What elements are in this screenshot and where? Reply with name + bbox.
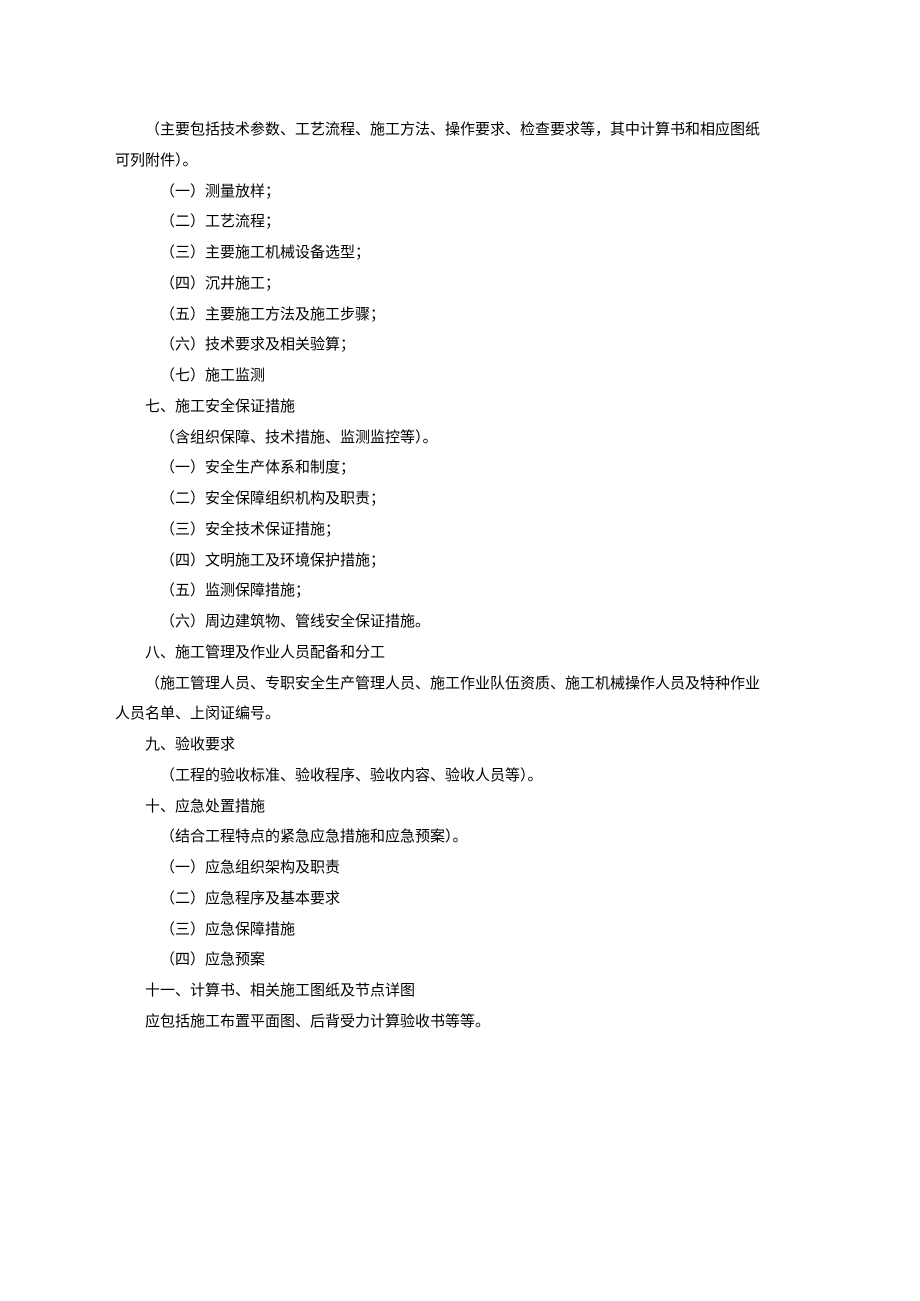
item-4: （四）沉井施工；: [115, 269, 805, 300]
document-page: （主要包括技术参数、工艺流程、施工方法、操作要求、检查要求等，其中计算书和相应图…: [115, 115, 805, 1038]
section-10-item-3: （三）应急保障措施: [115, 915, 805, 946]
section-7-item-3: （三）安全技术保证措施；: [115, 515, 805, 546]
section-7-heading: 七、施工安全保证措施: [115, 392, 805, 423]
section-11-heading: 十一、计算书、相关施工图纸及节点详图: [115, 976, 805, 1007]
section-10-item-2: （二）应急程序及基本要求: [115, 884, 805, 915]
section-7-item-5: （五）监测保障措施；: [115, 576, 805, 607]
section-7-item-1: （一）安全生产体系和制度；: [115, 453, 805, 484]
item-5: （五）主要施工方法及施工步骤；: [115, 300, 805, 331]
section-9-desc: （工程的验收标准、验收程序、验收内容、验收人员等）。: [115, 761, 805, 792]
paragraph-intro-1: （主要包括技术参数、工艺流程、施工方法、操作要求、检查要求等，其中计算书和相应图…: [115, 115, 805, 146]
paragraph-intro-2: 可列附件）。: [115, 146, 805, 177]
item-7: （七）施工监测: [115, 361, 805, 392]
section-8-desc-1: （施工管理人员、专职安全生产管理人员、施工作业队伍资质、施工机械操作人员及特种作…: [115, 669, 805, 700]
section-7-item-6: （六）周边建筑物、管线安全保证措施。: [115, 607, 805, 638]
section-10-heading: 十、应急处置措施: [115, 792, 805, 823]
item-1: （一）测量放样；: [115, 177, 805, 208]
section-10-item-1: （一）应急组织架构及职责: [115, 853, 805, 884]
section-8-desc-2: 人员名单、上闵证编号。: [115, 699, 805, 730]
section-7-desc: （含组织保障、技术措施、监测监控等）。: [115, 423, 805, 454]
section-11-desc: 应包括施工布置平面图、后背受力计算验收书等等。: [115, 1007, 805, 1038]
section-10-desc: （结合工程特点的紧急应急措施和应急预案）。: [115, 822, 805, 853]
item-3: （三）主要施工机械设备选型；: [115, 238, 805, 269]
section-10-item-4: （四）应急预案: [115, 945, 805, 976]
section-8-heading: 八、施工管理及作业人员配备和分工: [115, 638, 805, 669]
item-2: （二）工艺流程；: [115, 207, 805, 238]
item-6: （六）技术要求及相关验算；: [115, 330, 805, 361]
section-9-heading: 九、验收要求: [115, 730, 805, 761]
section-7-item-4: （四）文明施工及环境保护措施；: [115, 546, 805, 577]
section-7-item-2: （二）安全保障组织机构及职责；: [115, 484, 805, 515]
